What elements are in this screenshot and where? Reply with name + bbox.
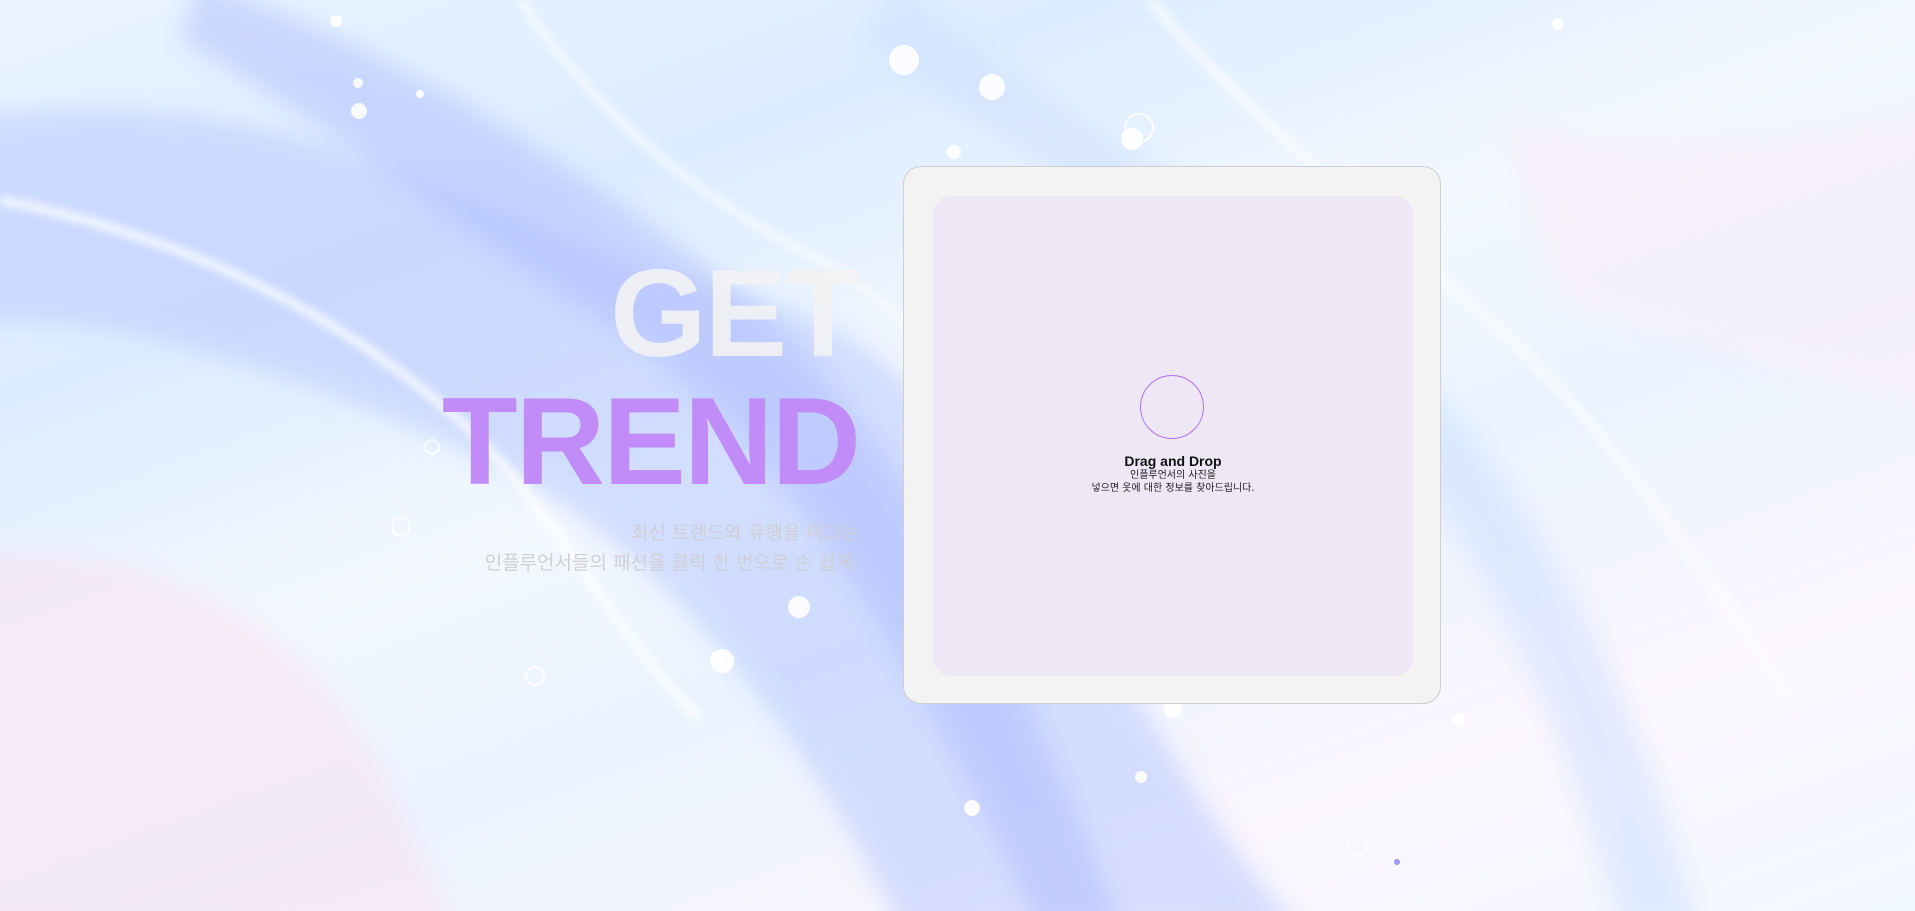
dropzone-text: Drag and Drop 인플루언서의 사진을 넣으면 옷에 대한 정보를 찾…	[933, 453, 1413, 495]
hero-subtitle-line2: 인플루언서들의 패션을 클릭 한 번으로 손 쉽게.	[484, 552, 859, 574]
hero-heading: GET TREND	[441, 245, 861, 511]
hero-title-get: GET	[610, 245, 861, 383]
hero-subtitle: 최신 트렌드와 유행을 이끄는 인플루언서들의 패션을 클릭 한 번으로 손 쉽…	[485, 518, 859, 578]
dropzone-desc-line2: 넣으면 옷에 대한 정보를 찾아드립니다.	[1091, 483, 1255, 494]
upload-circle-icon[interactable]	[1140, 375, 1204, 439]
upload-card: Drag and Drop 인플루언서의 사진을 넣으면 옷에 대한 정보를 찾…	[903, 166, 1441, 704]
hero-title-trend: TREND	[441, 373, 861, 511]
drag-and-drop-zone[interactable]: Drag and Drop 인플루언서의 사진을 넣으면 옷에 대한 정보를 찾…	[933, 196, 1413, 676]
dropzone-title: Drag and Drop	[1124, 453, 1222, 469]
hero-subtitle-line1: 최신 트렌드와 유행을 이끄는	[631, 522, 859, 544]
dropzone-desc-line1: 인플루언서의 사진을	[1130, 470, 1216, 481]
